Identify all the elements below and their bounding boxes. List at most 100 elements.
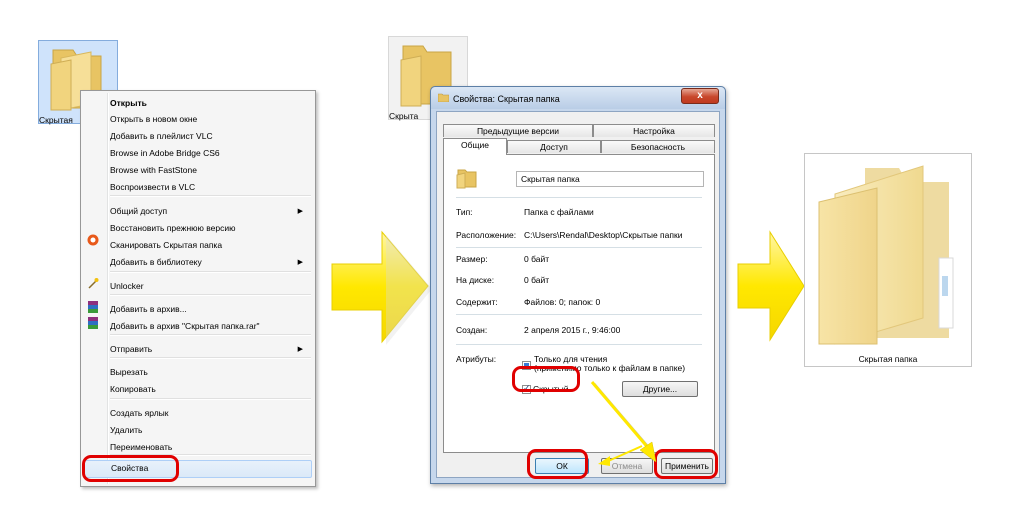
disk-label: На диске: (456, 275, 495, 285)
menu-item-label: Удалить (110, 425, 143, 435)
menu-item-label: Отправить (110, 344, 153, 354)
general-tab-page: Скрытая папка Тип: Папка с файлами Распо… (443, 154, 715, 453)
close-button[interactable]: x (681, 88, 719, 104)
submenu-arrow-icon: ▶ (297, 208, 303, 215)
created-label: Создан: (456, 325, 488, 335)
tab-security[interactable]: Безопасность (601, 140, 715, 153)
menu-item[interactable]: Добавить в библиотеку ▶ (110, 255, 311, 270)
unlocker-wand-icon (88, 278, 99, 289)
menu-item[interactable]: Сканировать Скрытая папка (110, 238, 311, 253)
context-menu: Открыть Открыть в новом окне Добавить в пл… (80, 90, 316, 487)
size-label: Размер: (456, 254, 488, 264)
close-icon: x (697, 90, 703, 101)
menu-gutter (107, 93, 109, 484)
properties-dialog: Свойства: Скрытая папка x Предыдущие вер… (430, 86, 726, 484)
location-value: C:\Users\Rendal\Desktop\Скрытые папки (524, 230, 683, 240)
submenu-arrow-icon: ▶ (297, 259, 303, 266)
result-folder-label: Скрытая папка (858, 354, 918, 364)
menu-item[interactable]: Открыть (110, 96, 311, 111)
menu-item-label: Создать ярлык (110, 408, 169, 418)
menu-item[interactable]: Добавить в плейлист VLC (110, 129, 311, 144)
menu-item-label: Воспроизвести в VLC (110, 182, 196, 192)
winrar-icon (88, 317, 98, 329)
menu-item-label: Открыть (110, 98, 147, 108)
menu-item-label: Вырезать (110, 367, 148, 377)
menu-item-label: Переименовать (110, 442, 173, 452)
divider (456, 197, 702, 198)
menu-item-label: Browse in Adobe Bridge CS6 (110, 148, 220, 158)
winrar-icon (88, 301, 98, 313)
tab-general[interactable]: Общие (443, 138, 507, 155)
menu-item[interactable]: Воспроизвести в VLC (110, 180, 311, 195)
menu-separator (110, 294, 311, 296)
menu-item-label: Общий доступ (110, 206, 168, 216)
type-value: Папка с файлами (524, 207, 594, 217)
menu-item-label: Добавить в библиотеку (110, 257, 202, 267)
menu-separator (110, 334, 311, 336)
menu-item-label: Добавить в плейлист VLC (110, 131, 213, 141)
tab-customize[interactable]: Настройка (593, 124, 715, 137)
folder-name-input[interactable]: Скрытая папка (516, 171, 704, 187)
menu-item[interactable]: Создать ярлык (110, 406, 311, 421)
right-arrow-icon (737, 230, 805, 342)
menu-separator (110, 398, 311, 400)
menu-item[interactable]: Вырезать (110, 365, 311, 380)
folder-icon (456, 169, 477, 189)
menu-item[interactable]: Отправить ▶ (110, 342, 311, 357)
tab-label: Настройка (633, 126, 675, 136)
menu-item-label: Сканировать Скрытая папка (110, 240, 223, 250)
pointer-arrow-icon (590, 381, 657, 466)
menu-separator (110, 357, 311, 359)
menu-item[interactable]: Переименовать (110, 440, 311, 455)
divider (456, 314, 702, 315)
antivirus-icon (87, 234, 99, 246)
disk-value: 0 байт (524, 275, 550, 285)
tab-label: Безопасность (630, 142, 686, 152)
dialog-title: Свойства: Скрытая папка (453, 94, 560, 104)
tab-label: Общие (461, 140, 489, 150)
menu-item[interactable]: Удалить (110, 423, 311, 438)
menu-item-label: Восстановить прежнюю версию (110, 223, 236, 233)
dialog-body: Предыдущие версии Настройка Общие Доступ… (436, 111, 720, 478)
contains-label: Содержит: (456, 297, 498, 307)
dialog-titlebar[interactable]: Свойства: Скрытая папка x (431, 87, 725, 109)
tab-previous-versions[interactable]: Предыдущие версии (443, 124, 593, 137)
highlight-ring-properties (82, 455, 179, 482)
contains-value: Файлов: 0; папок: 0 (524, 297, 601, 307)
menu-item-label: Открыть в новом окне (110, 114, 198, 124)
menu-item-label: Добавить в архив... (110, 304, 187, 314)
tab-label: Доступ (540, 142, 568, 152)
folder-icon (438, 93, 449, 102)
menu-item[interactable]: Копировать (110, 382, 311, 397)
desktop-folder-label: Скрыта (389, 111, 419, 121)
right-arrow-icon (331, 230, 430, 345)
tab-sharing[interactable]: Доступ (507, 140, 601, 153)
highlight-ring-hidden (512, 366, 580, 392)
location-label: Расположение: (456, 230, 517, 240)
type-label: Тип: (456, 207, 473, 217)
size-value: 0 байт (524, 254, 550, 264)
menu-separator (110, 195, 311, 197)
menu-separator (110, 271, 311, 273)
tab-label: Предыдущие версии (476, 126, 560, 136)
menu-item-label: Unlocker (110, 281, 144, 291)
menu-item[interactable]: Browse with FastStone (110, 163, 311, 178)
created-value: 2 апреля 2015 г., 9:46:00 (524, 325, 621, 335)
highlight-ring-ok (527, 449, 588, 479)
menu-item[interactable]: Добавить в архив... (110, 302, 311, 317)
attributes-label: Атрибуты: (456, 354, 497, 364)
menu-item-label: Добавить в архив "Скрытая папка.rar" (110, 321, 260, 331)
menu-item-label: Копировать (110, 384, 156, 394)
menu-item-label: Browse with FastStone (110, 165, 197, 175)
menu-item[interactable]: Открыть в новом окне (110, 112, 311, 127)
menu-item[interactable]: Browse in Adobe Bridge CS6 (110, 146, 311, 161)
divider (456, 247, 702, 248)
menu-item[interactable]: Восстановить прежнюю версию (110, 221, 311, 236)
folder-icon (818, 165, 954, 345)
divider (456, 344, 702, 345)
submenu-arrow-icon: ▶ (297, 346, 303, 353)
hidden-folder-result[interactable]: Скрытая папка (804, 153, 972, 367)
menu-item[interactable]: Общий доступ ▶ (110, 204, 311, 219)
menu-item[interactable]: Unlocker (110, 279, 311, 294)
menu-item[interactable]: Добавить в архив "Скрытая папка.rar" (110, 319, 311, 334)
